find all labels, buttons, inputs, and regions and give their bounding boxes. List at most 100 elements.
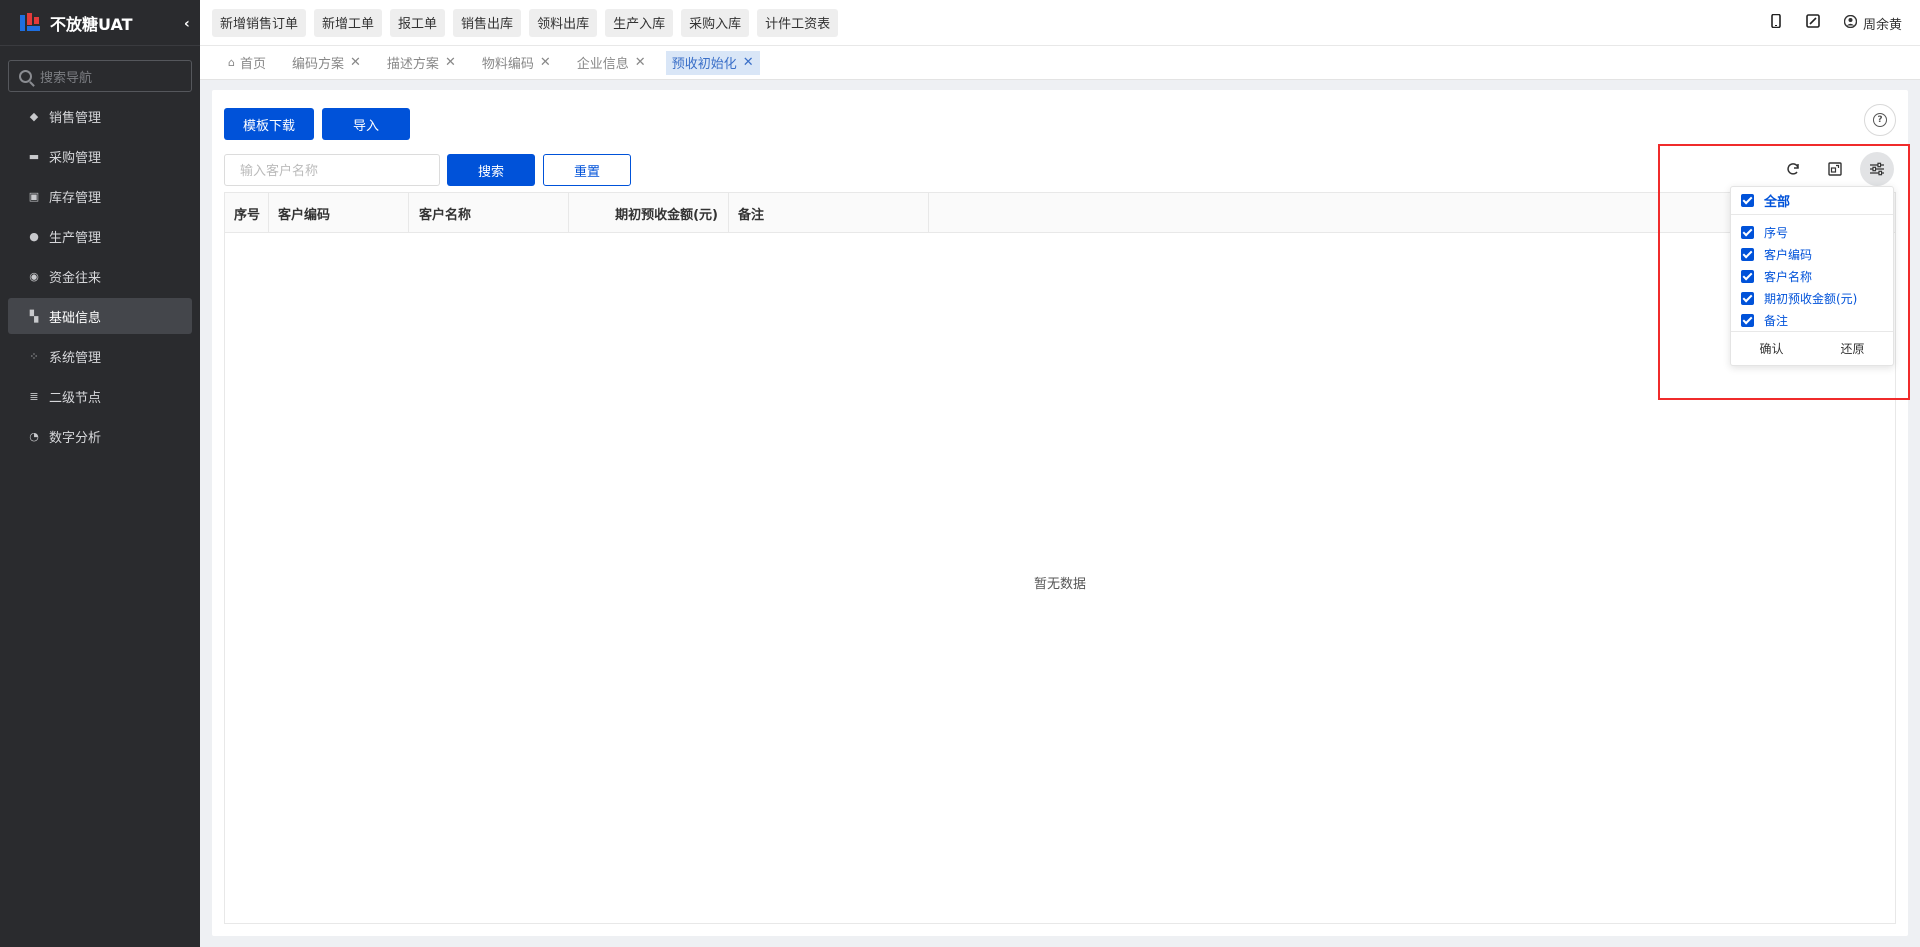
sidebar-menu: ◆ 销售管理 ▬ 采购管理 ▣ 库存管理 ● 生产管理 ◉ 资金往来 ▚ 基础信息 ⁘ 系统管…: [0, 98, 200, 454]
tab-home[interactable]: ⌂ 首页: [222, 51, 272, 75]
apps-icon: ⁘: [29, 349, 39, 363]
sidebar-item-inventory[interactable]: ▣ 库存管理: [8, 178, 192, 214]
sidebar-item-funds[interactable]: ◉ 资金往来: [8, 258, 192, 294]
checkbox-checked-icon: [1741, 225, 1754, 239]
mobile-icon[interactable]: [1770, 13, 1782, 32]
tab-label: 描述方案: [386, 57, 439, 72]
brand: 不放糖UAT ‹: [0, 0, 200, 46]
table-tools: [1776, 152, 1894, 186]
home-icon: ⌂: [228, 56, 235, 69]
column-toggle[interactable]: 客户编码: [1731, 243, 1893, 265]
tab-label: 首页: [239, 57, 266, 72]
column-toggle[interactable]: 期初预收金额(元): [1731, 287, 1893, 309]
top-right-actions: 周余黄: [1770, 0, 1902, 46]
quick-link[interactable]: 生产入库: [605, 8, 674, 37]
checkbox-checked-icon: [1741, 247, 1754, 261]
column-settings-panel: 全部 序号 客户编码 客户名称 期初预收金额(元) 备注 确认 还原: [1730, 186, 1894, 366]
top-bar: 新增销售订单 新增工单 报工单 销售出库 领料出库 生产入库 采购入库 计件工资…: [200, 0, 1920, 46]
sidebar-search-placeholder: 搜索导航: [40, 70, 93, 86]
sidebar-item-purchase[interactable]: ▬ 采购管理: [8, 138, 192, 174]
checkbox-label: 备注: [1764, 313, 1789, 328]
sidebar-item-production[interactable]: ● 生产管理: [8, 218, 192, 254]
sidebar: 不放糖UAT ‹ 搜索导航 ◆ 销售管理 ▬ 采购管理 ▣ 库存管理 ● 生产管理 ◉ 资…: [0, 0, 200, 947]
sidebar-item-label: 生产管理: [49, 230, 102, 246]
quick-link[interactable]: 计件工资表: [757, 8, 839, 37]
column-header[interactable]: 备注: [729, 193, 929, 233]
page-tabs: ⌂ 首页 编码方案 ✕ 描述方案 ✕ 物料编码 ✕ 企业信息 ✕ 预收初始化 ✕: [200, 46, 1920, 80]
tab-advance-receipt-init[interactable]: 预收初始化 ✕: [665, 50, 760, 75]
layout-icon: ▚: [29, 309, 39, 323]
tab-description-scheme[interactable]: 描述方案 ✕: [381, 51, 462, 75]
close-icon[interactable]: ✕: [540, 55, 551, 70]
quick-link[interactable]: 销售出库: [453, 8, 522, 37]
checkbox-checked-icon: [1741, 291, 1754, 305]
quick-link[interactable]: 新增销售订单: [212, 8, 307, 37]
sidebar-search-input[interactable]: 搜索导航: [8, 60, 192, 92]
sidebar-item-secondary-node[interactable]: ≣ 二级节点: [8, 378, 192, 414]
column-toggle[interactable]: 序号: [1731, 221, 1893, 243]
tab-encoding-scheme[interactable]: 编码方案 ✕: [286, 51, 367, 75]
sidebar-item-label: 库存管理: [49, 190, 102, 206]
quick-link[interactable]: 采购入库: [681, 8, 750, 37]
sidebar-item-label: 系统管理: [49, 350, 102, 366]
checkbox-checked-icon: [1741, 313, 1754, 327]
refresh-icon[interactable]: [1776, 152, 1810, 186]
sidebar-item-sales[interactable]: ◆ 销售管理: [8, 98, 192, 134]
screen-icon[interactable]: [1806, 14, 1820, 32]
checkbox-checked-icon: [1741, 194, 1754, 207]
import-button[interactable]: 导入: [322, 108, 410, 140]
sidebar-item-system[interactable]: ⁘ 系统管理: [8, 338, 192, 374]
sidebar-item-analytics[interactable]: ◔ 数字分析: [8, 418, 192, 454]
checkbox-label: 序号: [1764, 225, 1789, 240]
user-name: 周余黄: [1862, 17, 1902, 33]
collapse-sidebar-icon[interactable]: ‹: [184, 16, 190, 32]
sidebar-item-label: 二级节点: [49, 390, 102, 406]
list-icon: ≣: [29, 389, 39, 403]
brand-title: 不放糖UAT: [50, 14, 133, 34]
checkbox-label: 全部: [1764, 195, 1791, 210]
tab-label: 预收初始化: [671, 57, 737, 72]
column-header[interactable]: 客户名称: [409, 193, 569, 233]
checkbox-label: 期初预收金额(元): [1764, 291, 1858, 306]
main-content: 模板下载 导入 ? 搜索 重置 序号 客户编码 客户名称 期初预收金额(元) 备…: [212, 90, 1908, 936]
quick-link[interactable]: 报工单: [390, 8, 446, 37]
tab-label: 物料编码: [481, 57, 534, 72]
density-icon[interactable]: [1818, 152, 1852, 186]
search-icon: [19, 69, 32, 83]
checkbox-label: 客户名称: [1764, 269, 1813, 284]
close-icon[interactable]: ✕: [350, 55, 361, 70]
quick-link[interactable]: 新增工单: [314, 8, 383, 37]
column-header[interactable]: 序号: [225, 193, 269, 233]
help-button[interactable]: ?: [1864, 104, 1896, 136]
table-header: 序号 客户编码 客户名称 期初预收金额(元) 备注: [225, 193, 1895, 233]
column-toggle[interactable]: 客户名称: [1731, 265, 1893, 287]
tab-label: 企业信息: [576, 57, 629, 72]
column-header[interactable]: 客户编码: [269, 193, 409, 233]
logo-icon: [18, 11, 42, 35]
select-all-checkbox[interactable]: 全部: [1731, 187, 1893, 215]
close-icon[interactable]: ✕: [445, 55, 456, 70]
tab-label: 编码方案: [292, 57, 345, 72]
tab-company-info[interactable]: 企业信息 ✕: [571, 51, 652, 75]
restore-button[interactable]: 还原: [1840, 340, 1864, 357]
user-menu[interactable]: 周余黄: [1843, 14, 1902, 33]
funds-icon: ◉: [29, 269, 39, 283]
column-settings-icon[interactable]: [1860, 152, 1894, 186]
reset-button[interactable]: 重置: [543, 154, 631, 186]
quick-link[interactable]: 领料出库: [529, 8, 598, 37]
question-icon: ?: [1873, 113, 1887, 127]
column-header[interactable]: 期初预收金额(元): [569, 193, 729, 233]
checkbox-label: 客户编码: [1764, 247, 1813, 262]
tag-icon: ◆: [29, 109, 39, 123]
column-panel-footer: 确认 还原: [1731, 331, 1893, 365]
customer-name-input[interactable]: [224, 154, 440, 186]
tab-material-code[interactable]: 物料编码 ✕: [476, 51, 557, 75]
confirm-button[interactable]: 确认: [1759, 340, 1783, 357]
column-toggle[interactable]: 备注: [1731, 309, 1893, 331]
close-icon[interactable]: ✕: [635, 55, 646, 70]
checkbox-checked-icon: [1741, 269, 1754, 283]
close-icon[interactable]: ✕: [743, 55, 754, 70]
template-download-button[interactable]: 模板下载: [224, 108, 314, 140]
sidebar-item-basic-info[interactable]: ▚ 基础信息: [8, 298, 192, 334]
search-button[interactable]: 搜索: [447, 154, 535, 186]
